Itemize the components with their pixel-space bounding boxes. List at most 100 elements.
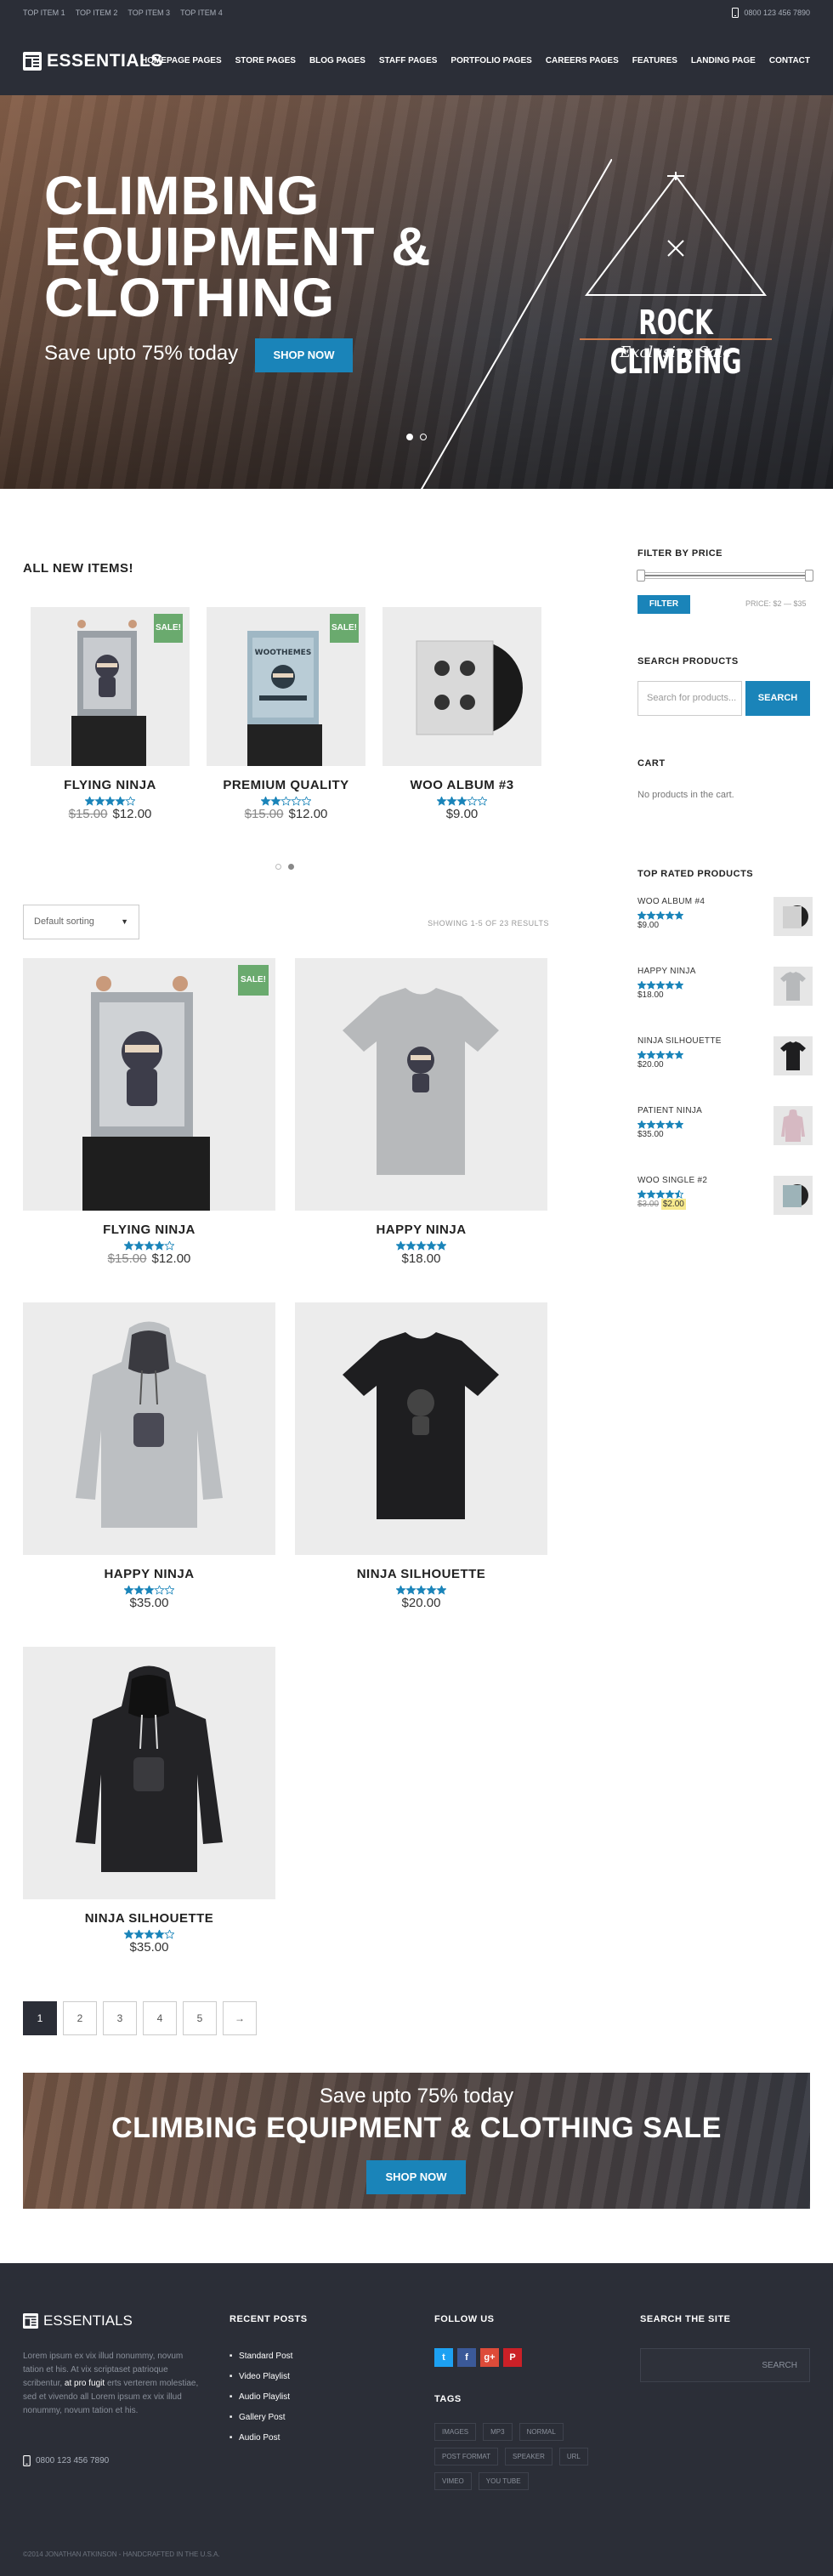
- top-rated-thumb[interactable]: [774, 967, 813, 1006]
- product-search-button[interactable]: SEARCH: [745, 681, 810, 716]
- top-rated-item[interactable]: PATIENT NINJA $35.00: [637, 1106, 813, 1157]
- tag-link[interactable]: VIMEO: [434, 2472, 472, 2490]
- twitter-icon[interactable]: t: [434, 2348, 453, 2367]
- star-icon: [646, 1049, 656, 1059]
- tag-link[interactable]: IMAGES: [434, 2423, 477, 2441]
- product-image[interactable]: WOOTHEMES SALE!: [207, 607, 366, 766]
- top-rated-thumb[interactable]: [774, 1036, 813, 1075]
- top-rated-item[interactable]: WOO ALBUM #4 $9.00: [637, 897, 813, 948]
- star-icon: [261, 797, 271, 806]
- tag-link[interactable]: NORMAL: [518, 2423, 564, 2441]
- top-rated-thumb[interactable]: [774, 897, 813, 936]
- next-page-button[interactable]: →: [223, 2001, 257, 2035]
- product-name[interactable]: FLYING NINJA: [31, 778, 190, 792]
- product-price: $15.00 $12.00: [207, 807, 366, 821]
- product-name[interactable]: FLYING NINJA: [23, 1223, 275, 1237]
- product-image[interactable]: [23, 1647, 275, 1899]
- recent-post-link[interactable]: Gallery Post: [230, 2413, 292, 2422]
- slider-handle-max[interactable]: [805, 570, 813, 582]
- shop-product-card[interactable]: NINJA SILHOUETTE $20.00: [295, 1302, 547, 1610]
- tag-link[interactable]: YOU TUBE: [478, 2472, 529, 2490]
- product-name[interactable]: NINJA SILHOUETTE: [295, 1567, 547, 1581]
- top-rated-item[interactable]: NINJA SILHOUETTE $20.00: [637, 1036, 813, 1087]
- page-5-button[interactable]: 5: [183, 2001, 217, 2035]
- page-4-button[interactable]: 4: [143, 2001, 177, 2035]
- banner-shop-now-button[interactable]: SHOP NOW: [366, 2160, 466, 2194]
- tag-link[interactable]: SPEAKER: [505, 2448, 552, 2465]
- recent-post-link[interactable]: Standard Post: [230, 2352, 292, 2361]
- sorting-select[interactable]: Default sorting ▼: [23, 905, 139, 939]
- nav-features[interactable]: FEATURES: [632, 56, 677, 65]
- top-rated-item[interactable]: WOO SINGLE #2 $3.00 $2.00: [637, 1176, 813, 1227]
- top-rated-item[interactable]: HAPPY NINJA $18.00: [637, 967, 813, 1018]
- star-icon: [144, 1930, 155, 1939]
- search-site-heading: SEARCH THE SITE: [640, 2314, 731, 2324]
- shop-product-card[interactable]: SALE! FLYING NINJA $15.00 $12.00: [23, 958, 275, 1266]
- top-rated-thumb[interactable]: [774, 1176, 813, 1215]
- page-3-button[interactable]: 3: [103, 2001, 137, 2035]
- new-item-card[interactable]: WOO ALBUM #3 $9.00: [382, 607, 541, 821]
- logo-icon: [23, 2313, 38, 2329]
- hero-subtitle: Save upto 75% today: [44, 342, 239, 365]
- shop-product-card[interactable]: HAPPY NINJA $35.00: [23, 1302, 275, 1610]
- carousel-dot-2[interactable]: [288, 864, 294, 870]
- product-image[interactable]: SALE!: [31, 607, 190, 766]
- shop-product-card[interactable]: NINJA SILHOUETTE $35.00: [23, 1647, 275, 1955]
- product-name[interactable]: PREMIUM QUALITY: [207, 778, 366, 792]
- nav-store-pages[interactable]: STORE PAGES: [235, 56, 296, 65]
- product-name[interactable]: NINJA SILHOUETTE: [23, 1911, 275, 1926]
- product-name[interactable]: HAPPY NINJA: [23, 1567, 275, 1581]
- star-icon: [125, 797, 135, 806]
- top-rated-thumb[interactable]: [774, 1106, 813, 1145]
- product-image[interactable]: SALE!: [23, 958, 275, 1211]
- top-item-3[interactable]: TOP ITEM 3: [128, 9, 170, 17]
- tag-link[interactable]: POST FORMAT: [434, 2448, 499, 2465]
- product-image[interactable]: [295, 958, 547, 1211]
- shop-product-card[interactable]: HAPPY NINJA $18.00: [295, 958, 547, 1266]
- product-name[interactable]: HAPPY NINJA: [295, 1223, 547, 1237]
- product-image[interactable]: [382, 607, 541, 766]
- product-search-input[interactable]: Search for products...: [638, 681, 742, 716]
- tag-link[interactable]: MP3: [483, 2423, 513, 2441]
- current-price: $9.00: [445, 807, 479, 821]
- tag-link[interactable]: URL: [558, 2448, 588, 2465]
- nav-landing-page[interactable]: LANDING PAGE: [691, 56, 756, 65]
- pinterest-icon[interactable]: P: [503, 2348, 522, 2367]
- page-1-button[interactable]: 1: [23, 2001, 57, 2035]
- nav-contact[interactable]: CONTACT: [769, 56, 810, 65]
- page-2-button[interactable]: 2: [63, 2001, 97, 2035]
- recent-post-link[interactable]: Video Playlist: [230, 2372, 292, 2381]
- nav-blog-pages[interactable]: BLOG PAGES: [309, 56, 366, 65]
- nav-portfolio-pages[interactable]: PORTFOLIO PAGES: [450, 56, 531, 65]
- star-icon: [436, 1241, 446, 1251]
- star-rating: [31, 795, 190, 806]
- new-item-card[interactable]: SALE! FLYING NINJA $15.00 $12.00: [31, 607, 190, 821]
- filter-button[interactable]: FILTER: [638, 595, 690, 614]
- black-tshirt-image: [343, 1332, 499, 1519]
- top-item-2[interactable]: TOP ITEM 2: [76, 9, 118, 17]
- price-range-slider[interactable]: [637, 570, 813, 582]
- slider-dot-1[interactable]: [406, 434, 413, 440]
- product-image[interactable]: [295, 1302, 547, 1555]
- facebook-icon[interactable]: f: [457, 2348, 476, 2367]
- top-item-1[interactable]: TOP ITEM 1: [23, 9, 65, 17]
- footer-search-input[interactable]: SEARCH: [640, 2348, 810, 2382]
- carousel-dot-1[interactable]: [275, 864, 281, 870]
- hero-shop-now-button[interactable]: SHOP NOW: [255, 338, 353, 372]
- googleplus-icon[interactable]: g+: [480, 2348, 499, 2367]
- recent-posts-heading: RECENT POSTS: [230, 2314, 308, 2324]
- top-item-4[interactable]: TOP ITEM 4: [180, 9, 223, 17]
- footer-search-button[interactable]: SEARCH: [762, 2361, 797, 2370]
- slider-dot-2[interactable]: [420, 434, 427, 440]
- footer-logo[interactable]: ESSENTIALS: [23, 2312, 133, 2329]
- product-image[interactable]: [23, 1302, 275, 1555]
- about-link[interactable]: at pro fugit: [65, 2379, 105, 2388]
- slider-handle-min[interactable]: [637, 570, 645, 582]
- nav-staff-pages[interactable]: STAFF PAGES: [379, 56, 438, 65]
- nav-careers-pages[interactable]: CAREERS PAGES: [546, 56, 619, 65]
- product-name[interactable]: WOO ALBUM #3: [382, 778, 541, 792]
- new-item-card[interactable]: WOOTHEMES SALE! PREMIUM QUALITY $15.00 $1…: [207, 607, 366, 821]
- nav-homepage-pages[interactable]: HOMEPAGE PAGES: [141, 56, 222, 65]
- recent-post-link[interactable]: Audio Playlist: [230, 2392, 292, 2402]
- recent-post-link[interactable]: Audio Post: [230, 2433, 292, 2443]
